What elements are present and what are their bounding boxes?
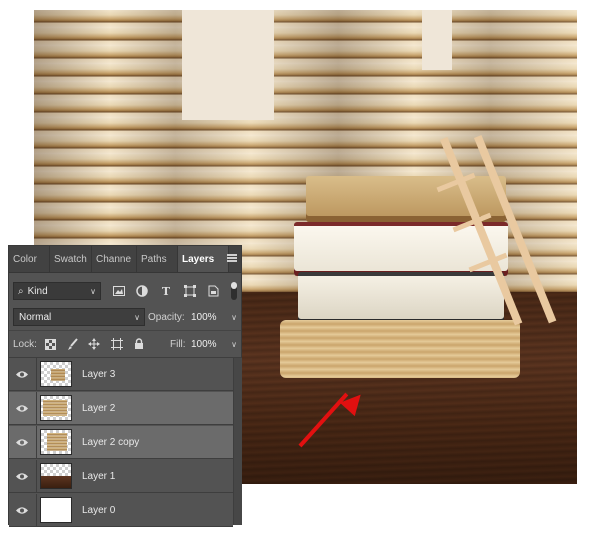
lock-label: Lock: [13,338,37,350]
book-stack [270,176,525,381]
layer-filter-row: ⌕ Kind ∨ T [9,278,241,304]
layer-row[interactable]: Layer 3 [9,358,233,391]
chevron-down-icon[interactable]: ∨ [231,313,237,322]
blend-row: Normal ∨ Opacity: 100% ∨ [9,304,241,331]
tab-swatches[interactable]: Swatch [50,246,92,272]
lock-artboard-icon[interactable] [110,337,124,351]
eye-icon[interactable] [15,370,29,379]
layer-name: Layer 2 copy [82,436,140,448]
panel-tabs: Color Swatch Channe Paths Layers [9,246,241,273]
lock-position-icon[interactable] [87,337,101,351]
tab-layers[interactable]: Layers [178,246,229,272]
filter-kind-label: Kind [27,285,48,297]
book [280,320,520,378]
layer-row[interactable]: Layer 0 [9,494,233,527]
tab-paths[interactable]: Paths [137,246,178,272]
layer-thumbnail [40,497,72,523]
filter-kind-select[interactable]: ⌕ Kind ∨ [13,282,101,300]
layer-row[interactable]: Layer 2 [9,392,233,425]
layer-row[interactable]: Layer 2 copy [9,426,233,459]
lock-transparent-icon[interactable] [43,337,57,351]
layer-name: Layer 1 [82,470,116,482]
tab-channels[interactable]: Channe [92,246,137,272]
layer-name: Layer 0 [82,504,116,516]
book [298,272,504,324]
layer-thumbnail [40,463,72,489]
layer-thumbnail [40,361,72,387]
blend-mode-value: Normal [19,311,52,323]
type-filter-icon[interactable]: T [159,284,173,298]
chevron-down-icon[interactable]: ∨ [231,340,237,349]
layer-name: Layer 3 [82,368,116,380]
background-gap [422,10,452,70]
eye-icon[interactable] [15,438,29,447]
chevron-down-icon: ∨ [90,286,96,296]
fill-label: Fill: [170,338,186,350]
shape-filter-icon[interactable] [183,284,197,298]
lock-paint-icon[interactable] [65,337,79,351]
blend-mode-select[interactable]: Normal ∨ [13,308,145,326]
layer-name: Layer 2 [82,402,116,414]
chevron-down-icon: ∨ [134,312,140,322]
filter-toggle[interactable] [231,282,237,300]
adjustment-filter-icon[interactable] [135,284,149,298]
tab-color[interactable]: Color [9,246,50,272]
pixel-filter-icon[interactable] [112,284,126,298]
smart-object-filter-icon[interactable] [206,284,220,298]
background-gap [182,10,274,120]
layers-panel: Color Swatch Channe Paths Layers ⌕ Kind … [8,245,242,527]
search-icon: ⌕ [18,285,24,297]
layer-thumbnail [40,429,72,455]
lock-row: Lock: Fill: 100% ∨ [9,331,241,358]
panel-menu-icon[interactable] [227,254,237,262]
opacity-input[interactable]: 100% [191,312,225,323]
layer-row[interactable]: Layer 1 [9,460,233,493]
layer-list-scrollbar[interactable] [233,358,242,525]
eye-icon[interactable] [15,472,29,481]
layer-thumbnail [40,395,72,421]
layer-list: Layer 3 Layer 2 Layer 2 copy Layer 1 Lay… [9,358,233,527]
eye-icon[interactable] [15,404,29,413]
eye-icon[interactable] [15,506,29,515]
fill-input[interactable]: 100% [191,339,225,350]
opacity-label: Opacity: [148,311,185,323]
lock-all-icon[interactable] [132,337,146,351]
